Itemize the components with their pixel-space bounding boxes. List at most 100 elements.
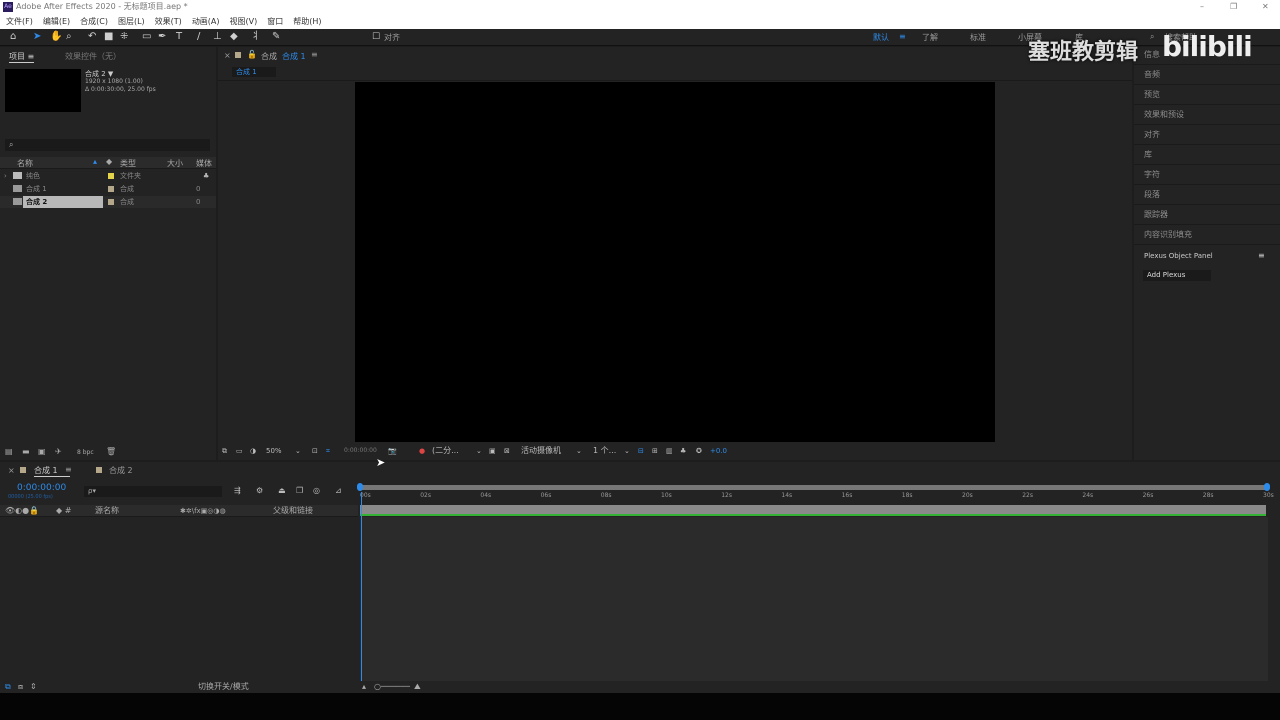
motion-blur-icon[interactable]: ◎ xyxy=(313,486,320,495)
parent-link-column[interactable]: 父级和链接 xyxy=(273,505,313,517)
column-type[interactable]: 类型 xyxy=(120,158,136,169)
zoom-tool-icon[interactable]: ⌕ xyxy=(66,31,72,43)
exposure-reset-icon[interactable]: ✪ xyxy=(696,444,702,458)
project-item-comp1[interactable]: 合成 1 合成 0 xyxy=(0,183,216,195)
panel-libraries[interactable]: 库 xyxy=(1134,145,1280,165)
workspace-standard[interactable]: 标准 xyxy=(970,32,986,43)
home-icon[interactable]: ⌂ xyxy=(10,31,16,43)
current-time-display[interactable]: 0:00:00:00 xyxy=(344,444,377,458)
project-item-folder[interactable]: › 纯色 文件夹 ♣ xyxy=(0,170,216,182)
zoom-in-icon[interactable]: ⛰ xyxy=(414,681,421,693)
text-tool-icon[interactable]: T xyxy=(176,31,182,43)
work-area-end-handle[interactable] xyxy=(1264,483,1270,491)
clone-stamp-icon[interactable]: ⊥ xyxy=(213,31,222,43)
column-name[interactable]: 名称 xyxy=(17,158,33,169)
add-plexus-button[interactable]: Add Plexus xyxy=(1143,270,1211,281)
pan-behind-icon[interactable]: ⁜ xyxy=(120,31,128,43)
workspace-menu-icon[interactable]: ≡ xyxy=(899,32,906,41)
search-help-icon[interactable]: ⌕ xyxy=(1150,32,1154,42)
brush-tool-icon[interactable]: / xyxy=(197,31,200,43)
views-dropdown[interactable]: 1 个... xyxy=(593,444,616,458)
panel-audio[interactable]: 音频 xyxy=(1134,65,1280,85)
new-comp-icon[interactable]: ▣ xyxy=(38,447,46,456)
menu-view[interactable]: 视图(V) xyxy=(230,14,258,29)
flowchart-icon[interactable]: ♣ xyxy=(203,170,209,182)
comp-tab-name[interactable]: 合成 1 xyxy=(282,51,306,62)
menu-edit[interactable]: 编辑(E) xyxy=(43,14,70,29)
menu-help[interactable]: 帮助(H) xyxy=(293,14,321,29)
rotate-tool-icon[interactable]: ↶ xyxy=(88,31,96,43)
eraser-tool-icon[interactable]: ◆ xyxy=(230,31,238,43)
project-search-input[interactable]: ⌕ xyxy=(5,139,210,151)
menu-animation[interactable]: 动画(A) xyxy=(192,14,220,29)
minimize-button[interactable]: – xyxy=(1200,0,1204,14)
panel-menu-icon[interactable]: ≡ xyxy=(65,465,72,474)
column-size[interactable]: 大小 xyxy=(167,158,183,169)
hand-tool-icon[interactable]: ✋ xyxy=(50,31,62,43)
snap-checkbox[interactable]: ☐ xyxy=(372,31,380,43)
timeline-search-input[interactable]: ρ▾ xyxy=(84,486,222,497)
panel-effects-presets[interactable]: 效果和预设 xyxy=(1134,105,1280,125)
work-area-start-handle[interactable] xyxy=(357,483,363,491)
delete-icon[interactable]: 🗑 xyxy=(106,447,116,456)
exposure-value[interactable]: +0.0 xyxy=(710,444,727,458)
camera-tool-icon[interactable]: ■ xyxy=(104,31,113,43)
tab-effects-controls[interactable]: 效果控件（无） xyxy=(65,51,121,62)
zoom-dropdown[interactable]: 50% xyxy=(266,444,282,458)
frame-blending-icon[interactable]: ❐ xyxy=(296,486,303,495)
graph-editor-icon[interactable]: ⊿ xyxy=(335,486,342,495)
current-timecode[interactable]: 0:00:00:00 xyxy=(17,483,66,493)
work-area-bar[interactable] xyxy=(360,485,1268,490)
panel-menu-icon[interactable]: ≡ xyxy=(1258,251,1265,260)
pen-tool-icon[interactable]: ✒ xyxy=(158,31,166,43)
timeline-icon[interactable]: ▥ xyxy=(666,444,673,458)
composition-viewer[interactable] xyxy=(355,82,995,442)
menu-effect[interactable]: 效果(T) xyxy=(155,14,182,29)
chevron-down-icon[interactable]: ⌄ xyxy=(476,444,482,458)
zoom-slider[interactable]: ○────── xyxy=(374,681,410,693)
panel-tracker[interactable]: 跟踪器 xyxy=(1134,205,1280,225)
rectangle-tool-icon[interactable]: ▭ xyxy=(142,31,151,43)
monitor-icon[interactable]: ▭ xyxy=(236,444,243,458)
menu-composition[interactable]: 合成(C) xyxy=(80,14,108,29)
menu-layer[interactable]: 图层(L) xyxy=(118,14,145,29)
pixel-aspect-icon[interactable]: ⊞ xyxy=(652,444,658,458)
transfer-controls-icon[interactable]: ⧈ xyxy=(18,681,23,693)
project-item-comp2[interactable]: 合成 2 合成 0 xyxy=(0,196,216,208)
new-folder-icon[interactable]: ▬ xyxy=(22,447,30,456)
panel-align[interactable]: 对齐 xyxy=(1134,125,1280,145)
draft-3d-icon[interactable]: ⚙ xyxy=(256,486,263,495)
panel-character[interactable]: 字符 xyxy=(1134,165,1280,185)
restore-button[interactable]: ❐ xyxy=(1230,0,1237,14)
panel-paragraph[interactable]: 段落 xyxy=(1134,185,1280,205)
panel-content-aware-fill[interactable]: 内容识别填充 xyxy=(1134,225,1280,245)
shy-layers-icon[interactable]: ⏏ xyxy=(278,486,286,495)
bpc-toggle[interactable]: 8 bpc xyxy=(77,449,94,456)
workspace-learn[interactable]: 了解 xyxy=(922,32,938,43)
transparency-grid-icon[interactable]: ⊠ xyxy=(504,444,510,458)
fast-preview-icon[interactable]: ▣ xyxy=(489,444,496,458)
toggle-switches-modes-button[interactable]: 切换开关/模式 xyxy=(198,681,249,693)
layer-switches-toggle-icon[interactable]: ⧉ xyxy=(5,681,11,693)
zoom-out-icon[interactable]: ▴ xyxy=(362,681,366,693)
source-name-column[interactable]: 源名称 xyxy=(95,505,119,517)
composition-flowchart-icon[interactable]: ⇶ xyxy=(234,486,241,495)
chevron-down-icon[interactable]: ⌄ xyxy=(624,444,630,458)
region-of-interest-icon[interactable]: ⌗ xyxy=(326,444,330,458)
selection-tool-icon[interactable]: ➤ xyxy=(33,31,41,43)
menu-window[interactable]: 窗口 xyxy=(267,14,283,29)
roto-brush-icon[interactable]: ⺦ xyxy=(251,31,261,43)
lock-icon[interactable]: 🔓 xyxy=(247,50,257,59)
sort-icon[interactable]: ▴ xyxy=(93,157,97,166)
close-tab-icon[interactable]: × xyxy=(224,51,231,60)
color-channels-icon[interactable]: ● xyxy=(419,444,425,458)
chevron-down-icon[interactable]: ⌄ xyxy=(576,444,582,458)
tab-project[interactable]: 项目 ≡ xyxy=(9,51,35,63)
expand-chevron-icon[interactable]: › xyxy=(4,170,7,182)
workspace-default[interactable]: 默认 xyxy=(873,32,889,43)
timeline-tab-comp2[interactable]: 合成 2 xyxy=(109,465,133,476)
comp-breadcrumb[interactable]: 合成 1 xyxy=(232,67,276,77)
flowchart-icon[interactable]: ♣ xyxy=(680,444,686,458)
puppet-pin-icon[interactable]: ✎ xyxy=(272,31,280,43)
resolution-dropdown[interactable]: (二分... xyxy=(432,444,459,458)
